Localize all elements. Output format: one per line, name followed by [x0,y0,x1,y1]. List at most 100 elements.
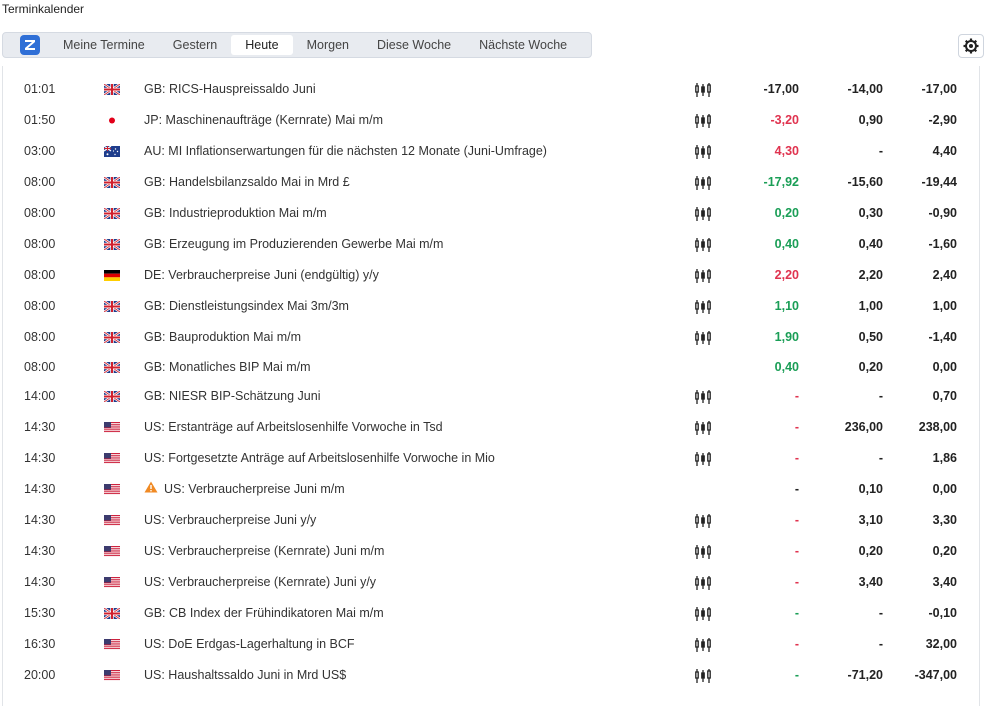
tab-3[interactable]: Morgen [293,35,363,55]
event-time: 08:00 [24,237,56,251]
previous-value: 4,40 [932,144,957,158]
actual-value: 4,30 [774,144,799,158]
flag-gb-icon [103,331,121,344]
event-title-text: GB: Erzeugung im Produzierenden Gewerbe … [144,237,444,251]
event-title[interactable]: DE: Verbraucherpreise Juni (endgültig) y… [144,260,379,291]
event-title[interactable]: AU: MI Inflationserwartungen für die näc… [144,136,547,167]
table-row[interactable]: 14:30 US: Erstanträge auf Arbeitslosenhil… [3,412,979,443]
forecast-value: -71,20 [847,668,883,682]
table-row[interactable]: 14:00 GB: NIESR BIP-Schätzung Juni - - 0,70 [3,381,979,412]
table-row[interactable]: 14:30 US: Verbraucherpreise (Kernrate) Ju… [3,536,979,567]
actual-value: -17,92 [763,175,799,189]
actual-value: - [794,606,799,620]
table-row[interactable]: 15:30 GB: CB Index der Frühindikatoren Ma… [3,598,979,629]
table-row[interactable]: 08:00 GB: Monatliches BIP Mai m/m 0,40 0,20… [3,352,979,383]
tab-0[interactable]: Meine Termine [49,35,159,55]
forecast-value: -15,60 [847,175,883,189]
event-title[interactable]: US: Verbraucherpreise Juni m/m [144,474,345,505]
event-title[interactable]: US: Erstanträge auf Arbeitslosenhilfe Vo… [144,412,443,443]
event-title-text: US: Haushaltssaldo Juni in Mrd US$ [144,668,347,682]
forecast-value: 0,30 [858,206,883,220]
event-title[interactable]: US: Haushaltssaldo Juni in Mrd US$ [144,660,346,691]
tab-5[interactable]: Nächste Woche [465,35,581,55]
event-time: 08:00 [24,330,56,344]
forecast-value: - [878,389,883,403]
actual-value: - [794,451,799,465]
table-row[interactable]: 14:30 US: Verbraucherpreise Juni y/y - 3,10… [3,505,979,536]
table-row[interactable]: 01:01 GB: RICS-Hauspreissaldo Juni -17,00 -… [3,74,979,105]
event-title[interactable]: US: Verbraucherpreise (Kernrate) Juni y/… [144,567,376,598]
event-time: 14:30 [24,513,56,527]
forecast-value: - [878,451,883,465]
event-title[interactable]: GB: Handelsbilanzsaldo Mai in Mrd £ [144,167,350,198]
actual-value: - [794,637,799,651]
forecast-value: 3,40 [858,575,883,589]
event-title[interactable]: GB: Dienstleistungsindex Mai 3m/3m [144,291,349,322]
event-title[interactable]: GB: Erzeugung im Produzierenden Gewerbe … [144,229,443,260]
table-row[interactable]: 01:50 JP: Maschinenaufträge (Kernrate) Ma… [3,105,979,136]
event-title[interactable]: JP: Maschinenaufträge (Kernrate) Mai m/m [144,105,383,136]
flag-us-icon [104,484,120,495]
previous-value: 238,00 [918,420,957,434]
flag-us-icon [104,546,120,557]
forecast-value: 1,00 [858,299,883,313]
table-row[interactable]: 14:30 US: Verbraucherpreise (Kernrate) Ju… [3,567,979,598]
actual-value: 0,40 [774,237,799,251]
forecast-value: -14,00 [847,82,883,96]
event-title[interactable]: GB: Industrieproduktion Mai m/m [144,198,327,229]
actual-value: 0,40 [774,360,799,374]
actual-value: - [794,575,799,589]
previous-value: -19,44 [921,175,957,189]
event-title-text: GB: NIESR BIP-Schätzung Juni [144,389,321,403]
event-title[interactable]: US: Fortgesetzte Anträge auf Arbeitslose… [144,443,495,474]
app-logo-icon [20,35,40,55]
flag-de-icon [104,270,120,281]
previous-value: 0,20 [932,544,957,558]
actual-value: 1,10 [774,299,799,313]
event-title[interactable]: US: Verbraucherpreise (Kernrate) Juni m/… [144,536,384,567]
tab-1[interactable]: Gestern [159,35,231,55]
tab-4[interactable]: Diese Woche [363,35,465,55]
tab-2[interactable]: Heute [231,35,293,55]
actual-value: - [794,389,799,403]
event-title[interactable]: US: DoE Erdgas-Lagerhaltung in BCF [144,629,355,660]
event-title[interactable]: GB: RICS-Hauspreissaldo Juni [144,74,316,105]
event-time: 14:30 [24,451,56,465]
events-table: 01:01 GB: RICS-Hauspreissaldo Juni -17,00 -… [2,66,980,706]
event-title-text: GB: Industrieproduktion Mai m/m [144,206,327,220]
table-row[interactable]: 20:00 US: Haushaltssaldo Juni in Mrd US$ -… [3,660,979,691]
forecast-value: 0,50 [858,330,883,344]
table-row[interactable]: 16:30 US: DoE Erdgas-Lagerhaltung in BCF -… [3,629,979,660]
table-row[interactable]: 08:00 GB: Dienstleistungsindex Mai 3m/3m 1… [3,291,979,322]
previous-value: 2,40 [932,268,957,282]
forecast-value: - [878,606,883,620]
actual-value: 0,20 [774,206,799,220]
table-row[interactable]: 08:00 GB: Handelsbilanzsaldo Mai in Mrd £… [3,167,979,198]
table-row[interactable]: 14:30 US: Fortgesetzte Anträge auf Arbeit… [3,443,979,474]
previous-value: -347,00 [914,668,957,682]
event-title[interactable]: US: Verbraucherpreise Juni y/y [144,505,316,536]
flag-gb-icon [103,238,121,251]
actual-value: - [794,668,799,682]
previous-value: 1,00 [932,299,957,313]
event-title[interactable]: GB: Bauproduktion Mai m/m [144,322,301,353]
flag-gb-icon [103,300,121,313]
table-row[interactable]: 14:30 US: Verbraucherpreise Juni m/m - 0,10… [3,474,979,505]
table-row[interactable]: 08:00 GB: Bauproduktion Mai m/m 1,90 0,50 -1… [3,322,979,353]
event-title-text: GB: Monatliches BIP Mai m/m [144,360,311,374]
table-row[interactable]: 03:00 AU: MI Inflationserwartungen für di… [3,136,979,167]
event-title[interactable]: GB: NIESR BIP-Schätzung Juni [144,381,320,412]
previous-value: -1,40 [928,330,958,344]
forecast-value: 0,20 [858,360,883,374]
actual-value: -17,00 [763,82,799,96]
event-title[interactable]: GB: Monatliches BIP Mai m/m [144,352,311,383]
forecast-value: 3,10 [858,513,883,527]
settings-button[interactable] [958,34,984,58]
event-title[interactable]: GB: CB Index der Frühindikatoren Mai m/m [144,598,384,629]
previous-value: 0,00 [932,360,957,374]
previous-value: -1,60 [928,237,958,251]
table-row[interactable]: 08:00 GB: Industrieproduktion Mai m/m 0,20… [3,198,979,229]
table-row[interactable]: 08:00 GB: Erzeugung im Produzierenden Gew… [3,229,979,260]
event-title-text: US: DoE Erdgas-Lagerhaltung in BCF [144,637,355,651]
table-row[interactable]: 08:00 DE: Verbraucherpreise Juni (endgült… [3,260,979,291]
